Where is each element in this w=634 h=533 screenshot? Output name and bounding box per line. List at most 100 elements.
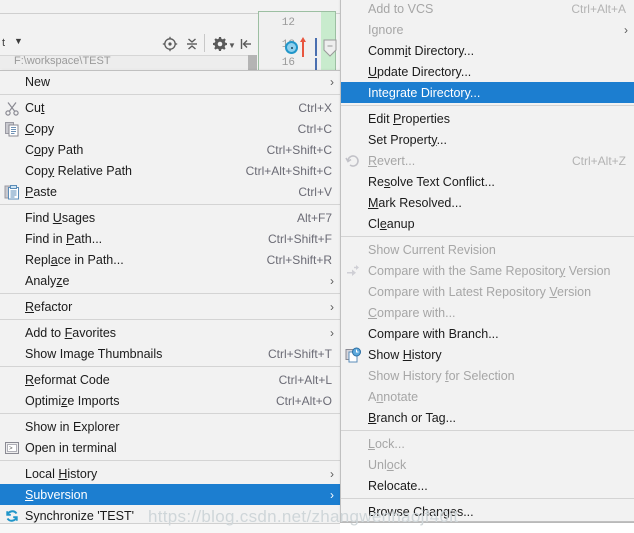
menu-item-shortcut: Ctrl+C	[297, 121, 332, 136]
menu-item-open-in-terminal[interactable]: > Open in terminal	[0, 437, 340, 458]
menu-item-show-history-for-selection: Show History for Selection	[341, 365, 634, 386]
menu-item-label: Update Directory...	[368, 64, 472, 79]
submenu-arrow-icon: ›	[330, 74, 334, 89]
menu-item-label: Show in Explorer	[25, 419, 120, 434]
submenu-arrow-icon: ›	[330, 487, 334, 502]
menu-item-shortcut: Ctrl+Alt+Shift+C	[245, 163, 332, 178]
menu-separator	[341, 236, 634, 237]
menu-item-label: Copy Path	[25, 142, 84, 157]
scrollbar-thumb[interactable]	[248, 55, 257, 71]
menu-item-shortcut: Ctrl+Shift+T	[267, 346, 332, 361]
menu-item-label: Set Property...	[368, 132, 447, 147]
menu-item-show-image-thumbnails[interactable]: Show Image Thumbnails Ctrl+Shift+T	[0, 343, 340, 364]
menu-item-paste[interactable]: Paste Ctrl+V	[0, 181, 340, 202]
menu-item-show-current-revision: Show Current Revision	[341, 239, 634, 260]
gear-dropdown-caret-icon[interactable]: ▼	[228, 41, 236, 50]
chevron-down-icon: ▼	[14, 36, 23, 46]
menu-item-label: Commit Directory...	[368, 43, 475, 58]
menu-item-shortcut: Ctrl+Shift+C	[266, 142, 332, 157]
collapse-all-icon[interactable]	[184, 36, 200, 52]
bookmark-icon[interactable]	[285, 41, 298, 54]
menu-item-reformat-code[interactable]: Reformat Code Ctrl+Alt+L	[0, 369, 340, 390]
menu-item-copy-path[interactable]: Copy Path Ctrl+Shift+C	[0, 139, 340, 160]
menu-item-relocate[interactable]: Relocate...	[341, 475, 634, 496]
menu-item-refactor[interactable]: Refactor ›	[0, 296, 340, 317]
menu-item-edit-properties[interactable]: Edit Properties	[341, 108, 634, 129]
hide-panel-icon[interactable]	[238, 36, 254, 52]
menu-item-add-to-favorites[interactable]: Add to Favorites ›	[0, 322, 340, 343]
project-path-bar: F:\workspace\TEST	[0, 55, 256, 69]
menu-item-commit-directory[interactable]: Commit Directory...	[341, 40, 634, 61]
menu-item-shortcut: Ctrl+V	[298, 184, 332, 199]
menu-item-label: Show History	[368, 347, 442, 362]
locate-icon[interactable]	[162, 36, 178, 52]
menu-item-label: Show History for Selection	[368, 368, 515, 383]
menu-separator	[0, 413, 340, 414]
menu-item-label: Annotate	[368, 389, 419, 404]
menu-separator	[341, 498, 634, 499]
menu-item-label: Compare with...	[368, 305, 456, 320]
menu-item-show-in-explorer[interactable]: Show in Explorer	[0, 416, 340, 437]
menu-item-show-history[interactable]: Show History	[341, 344, 634, 365]
settings-gear-icon[interactable]	[212, 36, 228, 52]
menu-item-label: Local History	[25, 466, 98, 481]
menu-item-find-in-path[interactable]: Find in Path... Ctrl+Shift+F	[0, 228, 340, 249]
submenu-arrow-icon: ›	[330, 273, 334, 288]
menu-item-label: Refactor	[25, 299, 73, 314]
menu-item-subversion[interactable]: Subversion ›	[0, 484, 340, 505]
menu-separator	[341, 430, 634, 431]
svg-text:>: >	[9, 445, 13, 452]
menu-item-set-property[interactable]: Set Property...	[341, 129, 634, 150]
menu-item-annotate: Annotate	[341, 386, 634, 407]
cut-icon	[4, 100, 20, 116]
menu-separator	[341, 105, 634, 106]
menu-item-compare-with-branch[interactable]: Compare with Branch...	[341, 323, 634, 344]
menu-item-local-history[interactable]: Local History ›	[0, 463, 340, 484]
menu-item-browse-changes[interactable]: Browse Changes...	[341, 501, 634, 522]
menu-item-new[interactable]: New ›	[0, 71, 340, 92]
menu-item-label: Branch or Tag...	[368, 410, 457, 425]
menu-item-label: Copy	[25, 121, 55, 136]
editor-context-menu[interactable]: New › Cut Ctrl+X Copy Ctrl+C Copy Path Ctrl+Shi…	[0, 70, 341, 533]
compare-icon	[345, 263, 361, 279]
menu-separator	[0, 204, 340, 205]
menu-item-label: Browse Changes...	[368, 504, 474, 519]
subversion-submenu[interactable]: Add to VCS Ctrl+Alt+A Ignore › Commit Direct…	[340, 0, 634, 522]
menu-separator	[0, 460, 340, 461]
menu-item-optimize-imports[interactable]: Optimize Imports Ctrl+Alt+O	[0, 390, 340, 411]
menu-item-label: Compare with Branch...	[368, 326, 499, 341]
submenu-bottom-strip	[340, 522, 634, 533]
menu-item-label: Resolve Text Conflict...	[368, 174, 495, 189]
menu-item-copy[interactable]: Copy Ctrl+C	[0, 118, 340, 139]
menu-item-label: New	[25, 74, 51, 89]
menu-item-branch-or-tag[interactable]: Branch or Tag...	[341, 407, 634, 428]
menu-separator	[0, 94, 340, 95]
menu-item-copy-relative-path[interactable]: Copy Relative Path Ctrl+Alt+Shift+C	[0, 160, 340, 181]
menu-item-label: Analyze	[25, 273, 70, 288]
menu-item-label: Mark Resolved...	[368, 195, 462, 210]
menu-item-analyze[interactable]: Analyze ›	[0, 270, 340, 291]
menu-item-resolve-text-conflict[interactable]: Resolve Text Conflict...	[341, 171, 634, 192]
menu-item-compare-with-the-same-repository-version: Compare with the Same Repository Version	[341, 260, 634, 281]
menu-item-shortcut: Ctrl+Alt+L	[278, 372, 332, 387]
menu-item-cut[interactable]: Cut Ctrl+X	[0, 97, 340, 118]
project-path-text: F:\workspace\TEST	[14, 55, 111, 67]
menu-item-find-usages[interactable]: Find Usages Alt+F7	[0, 207, 340, 228]
menu-item-shortcut: Ctrl+Shift+R	[266, 252, 332, 267]
menu-item-update-directory[interactable]: Update Directory...	[341, 61, 634, 82]
menu-item-replace-in-path[interactable]: Replace in Path... Ctrl+Shift+R	[0, 249, 340, 270]
submenu-arrow-icon: ›	[330, 466, 334, 481]
synchronize-icon	[4, 508, 20, 524]
caret-line	[315, 38, 317, 56]
menu-item-label: Integrate Directory...	[368, 85, 481, 100]
terminal-icon: >	[4, 440, 20, 456]
menu-item-mark-resolved[interactable]: Mark Resolved...	[341, 192, 634, 213]
submenu-arrow-icon: ›	[624, 22, 628, 37]
menu-item-revert: Revert... Ctrl+Alt+Z	[341, 150, 634, 171]
menu-separator	[0, 319, 340, 320]
menu-item-integrate-directory[interactable]: Integrate Directory...	[341, 82, 634, 103]
menu-item-label: Reformat Code	[25, 372, 110, 387]
menu-item-label: Replace in Path...	[25, 252, 124, 267]
menu-item-cleanup[interactable]: Cleanup	[341, 213, 634, 234]
menu-item-ignore: Ignore ›	[341, 19, 634, 40]
